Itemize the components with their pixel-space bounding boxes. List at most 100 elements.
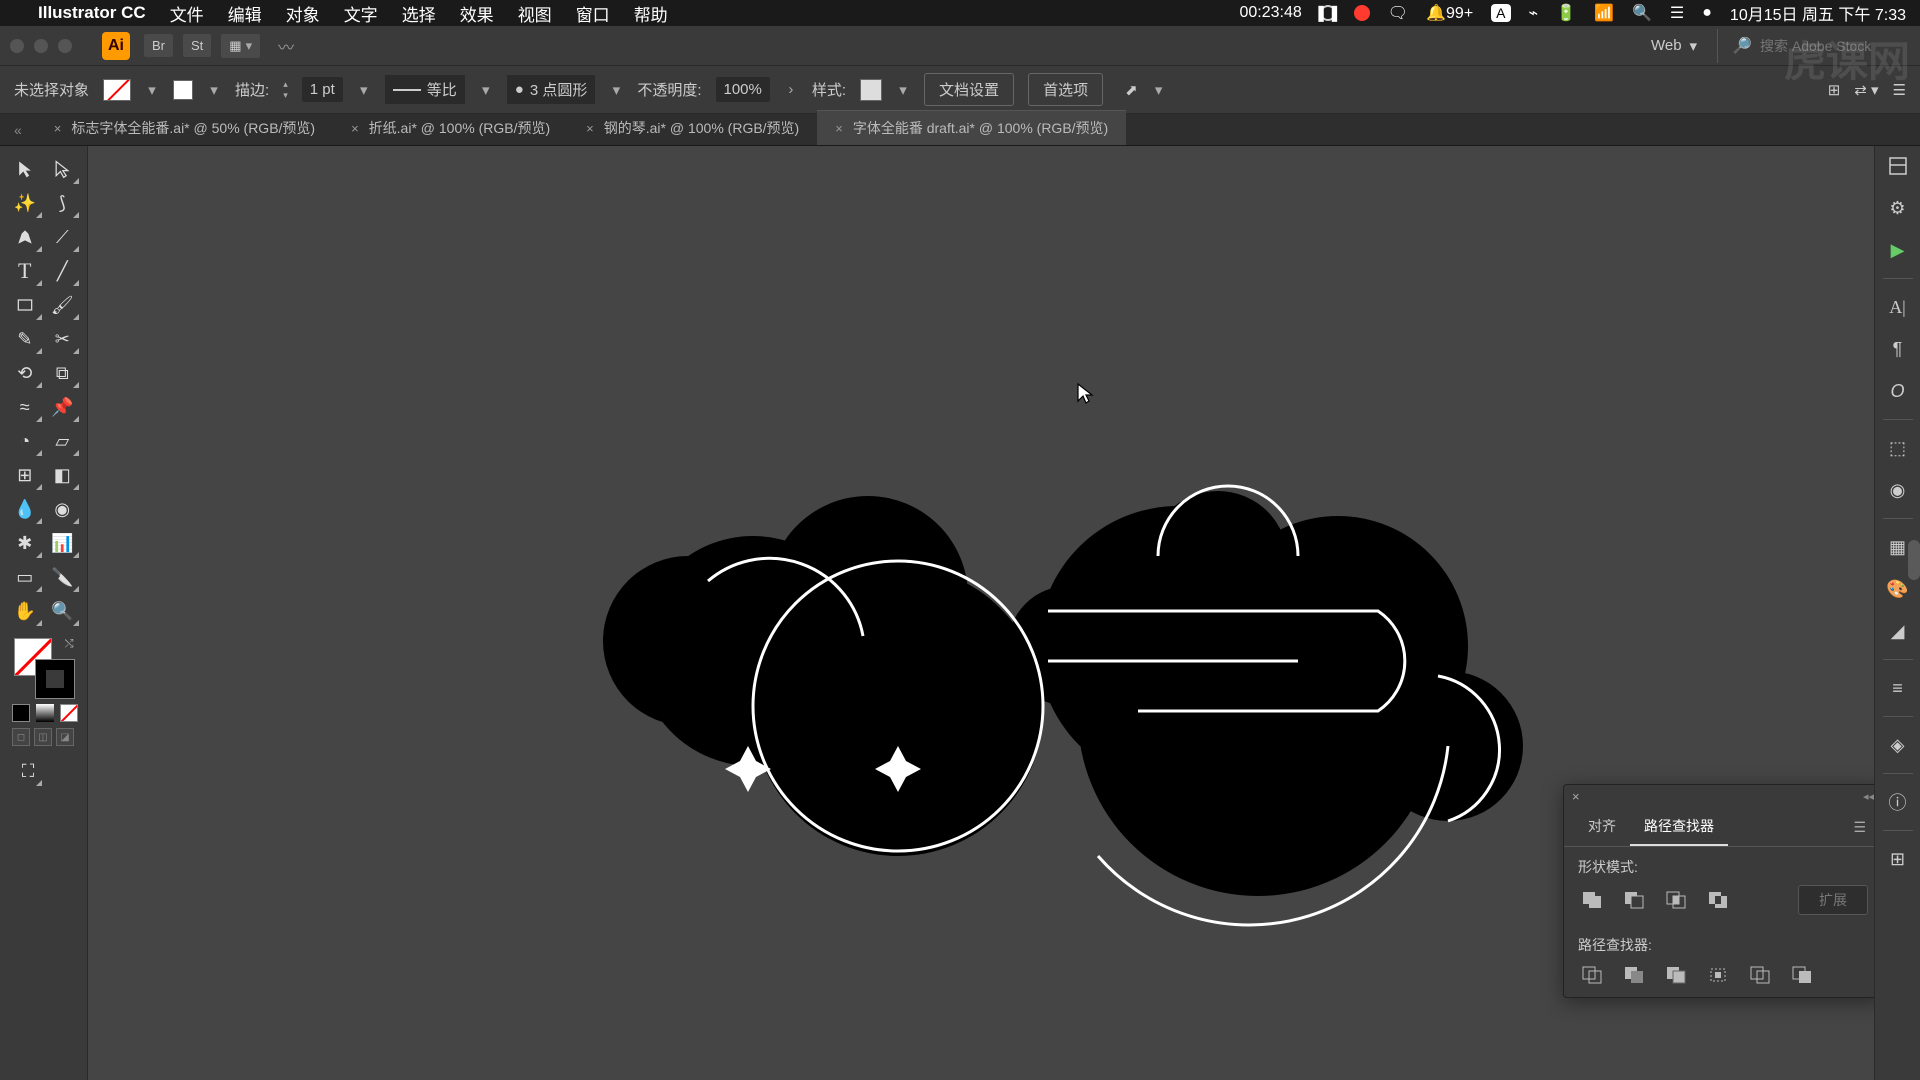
user-icon[interactable]: ●: [1702, 4, 1712, 22]
close-icon[interactable]: ×: [54, 121, 62, 136]
opacity-value[interactable]: 100%: [716, 77, 770, 102]
gradient-tool[interactable]: ◧: [44, 458, 82, 492]
document-setup-button[interactable]: 文档设置: [924, 73, 1014, 106]
wifi-icon[interactable]: 📶: [1594, 3, 1614, 23]
menu-object[interactable]: 对象: [286, 1, 320, 26]
stroke-dropdown[interactable]: ▾: [207, 81, 221, 99]
color-mode-none[interactable]: [60, 704, 78, 722]
play-icon[interactable]: ▶: [1884, 236, 1912, 264]
expand-button[interactable]: 扩展: [1798, 885, 1868, 915]
symbol-sprayer-tool[interactable]: ✱: [6, 526, 44, 560]
rotate-tool[interactable]: ⟲: [6, 356, 44, 390]
align-panel-icon[interactable]: ⊞: [1884, 845, 1912, 873]
selection-tool[interactable]: [6, 152, 44, 186]
unite-button[interactable]: [1578, 888, 1606, 912]
paintbrush-tool[interactable]: 🖌: [44, 288, 82, 322]
properties-panel-icon[interactable]: [1884, 152, 1912, 180]
divide-button[interactable]: [1578, 963, 1606, 987]
document-tab[interactable]: ×标志字体全能番.ai* @ 50% (RGB/预览): [36, 111, 333, 145]
arrange-dropdown[interactable]: ▦: [221, 34, 260, 58]
input-method-icon[interactable]: A: [1491, 4, 1510, 22]
brush-dropdown[interactable]: ●3 点圆形: [507, 75, 596, 104]
hand-tool[interactable]: ✋: [6, 594, 44, 628]
search-input[interactable]: [1760, 38, 1910, 54]
trim-button[interactable]: [1620, 963, 1648, 987]
lasso-tool[interactable]: ⟆: [44, 186, 82, 220]
pen-tool[interactable]: [6, 220, 44, 254]
transform-panel-icon[interactable]: ⬚: [1884, 434, 1912, 462]
tab-align[interactable]: 对齐: [1574, 808, 1630, 846]
window-zoom-button[interactable]: [58, 39, 72, 53]
stroke-weight-dropdown[interactable]: ▾: [357, 81, 371, 99]
document-tab[interactable]: ×字体全能番 draft.ai* @ 100% (RGB/预览): [817, 110, 1126, 145]
panel-close-button[interactable]: ×: [1572, 789, 1580, 804]
menu-help[interactable]: 帮助: [634, 1, 668, 26]
color-mode-gradient[interactable]: [36, 704, 54, 722]
app-name[interactable]: Illustrator CC: [38, 3, 146, 23]
perspective-tool[interactable]: ▱: [44, 424, 82, 458]
panel-menu-icon[interactable]: ☰: [1847, 808, 1872, 846]
transform-button[interactable]: ⇄ ▾: [1854, 81, 1878, 99]
layers-panel-icon[interactable]: ◈: [1884, 731, 1912, 759]
eyedropper-tool[interactable]: 💧: [6, 492, 44, 526]
panel-menu-icon[interactable]: ☰: [1893, 81, 1906, 99]
stroke-profile-dropdown[interactable]: 等比: [385, 75, 465, 104]
color-panel-icon[interactable]: 🎨: [1884, 575, 1912, 603]
panel-collapse-icon[interactable]: ◂◂: [1863, 790, 1874, 803]
isolate-button[interactable]: ⬈: [1125, 81, 1138, 99]
battery-icon[interactable]: 🔋: [1556, 3, 1576, 23]
wechat-icon[interactable]: 🗨: [1388, 3, 1408, 23]
window-close-button[interactable]: [10, 39, 24, 53]
menu-edit[interactable]: 编辑: [228, 1, 262, 26]
close-icon[interactable]: ×: [586, 121, 594, 136]
menu-file[interactable]: 文件: [170, 1, 204, 26]
notification-icon[interactable]: 🔔99+: [1426, 3, 1473, 23]
bridge-button[interactable]: Br: [144, 34, 173, 57]
menu-select[interactable]: 选择: [402, 1, 436, 26]
curvature-tool[interactable]: ⟋: [44, 220, 82, 254]
appearance-panel-icon[interactable]: ◉: [1884, 476, 1912, 504]
color-mode-solid[interactable]: [12, 704, 30, 722]
spotlight-icon[interactable]: 🔍: [1632, 3, 1652, 23]
workspace-switcher[interactable]: Web▾: [1651, 37, 1697, 55]
slice-tool[interactable]: 🔪: [44, 560, 82, 594]
stroke-swatch[interactable]: [173, 80, 193, 100]
rectangle-tool[interactable]: [6, 288, 44, 322]
blend-tool[interactable]: ◉: [44, 492, 82, 526]
pin-tool[interactable]: 📌: [44, 390, 82, 424]
type-tool[interactable]: T: [6, 254, 44, 288]
swap-fill-stroke-icon[interactable]: ⤭: [65, 638, 74, 651]
preferences-button[interactable]: 首选项: [1028, 73, 1103, 106]
artboard-tool[interactable]: ▭: [6, 560, 44, 594]
graph-tool[interactable]: 📊: [44, 526, 82, 560]
document-tab[interactable]: ×钢的琴.ai* @ 100% (RGB/预览): [568, 111, 817, 145]
outline-button[interactable]: [1746, 963, 1774, 987]
scrollbar-thumb[interactable]: [1908, 540, 1920, 580]
stroke-weight-value[interactable]: 1 pt: [302, 77, 343, 102]
menu-view[interactable]: 视图: [518, 1, 552, 26]
stroke-panel-icon[interactable]: ≡: [1884, 674, 1912, 702]
fill-dropdown[interactable]: ▾: [145, 81, 159, 99]
close-icon[interactable]: ×: [351, 121, 359, 136]
window-minimize-button[interactable]: [34, 39, 48, 53]
draw-behind[interactable]: ◫: [34, 728, 52, 746]
record-icon[interactable]: [1354, 5, 1370, 21]
minus-front-button[interactable]: [1620, 888, 1648, 912]
mesh-tool[interactable]: ⊞: [6, 458, 44, 492]
draw-inside[interactable]: ◪: [56, 728, 74, 746]
pause-icon[interactable]: ❚❚: [1320, 5, 1336, 21]
bluetooth-icon[interactable]: ⌁: [1529, 3, 1539, 23]
opentype-panel-icon[interactable]: O: [1884, 377, 1912, 405]
magic-wand-tool[interactable]: ✨: [6, 186, 44, 220]
direct-selection-tool[interactable]: [44, 152, 82, 186]
paragraph-panel-icon[interactable]: ¶: [1884, 335, 1912, 363]
document-tab[interactable]: ×折纸.ai* @ 100% (RGB/预览): [333, 111, 568, 145]
line-tool[interactable]: ╱: [44, 254, 82, 288]
close-icon[interactable]: ×: [835, 121, 843, 136]
datetime[interactable]: 10月15日 周五 下午 7:33: [1730, 1, 1906, 25]
shape-builder-tool[interactable]: ◔: [6, 424, 44, 458]
gradient-panel-icon[interactable]: ◢: [1884, 617, 1912, 645]
opacity-dropdown[interactable]: ›: [784, 81, 798, 98]
stroke-indicator[interactable]: [36, 660, 74, 698]
fill-swatch[interactable]: [103, 79, 131, 101]
